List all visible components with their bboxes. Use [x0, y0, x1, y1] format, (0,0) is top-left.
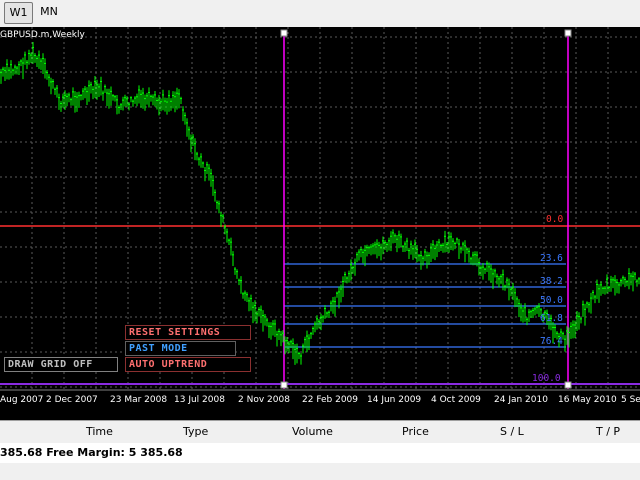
symbol-title: GBPUSD.m,Weekly — [0, 30, 85, 40]
x-tick: 24 Jan 2010 — [494, 395, 548, 405]
col-volume[interactable]: Volume — [292, 425, 333, 438]
selector-handle — [564, 381, 572, 389]
x-tick: 16 May 2010 — [558, 395, 617, 405]
auto-uptrend-button[interactable]: AUTO UPTREND — [125, 357, 251, 372]
x-tick: 14 Jun 2009 — [367, 395, 422, 405]
terminal-header: Time Type Volume Price S / L T / P — [0, 420, 640, 444]
col-price[interactable]: Price — [402, 425, 429, 438]
timeframe-mn-button[interactable]: MN — [36, 2, 62, 22]
fib-label-38: 38.2 — [540, 276, 563, 287]
fib-label-76: 76.4 — [540, 336, 563, 347]
fib-label-50: 50.0 — [540, 295, 563, 306]
selector-handle — [280, 29, 288, 37]
col-tp[interactable]: T / P — [596, 425, 620, 438]
fib-label-100: 100.0 — [532, 373, 561, 384]
x-tick: 2 Nov 2008 — [238, 395, 290, 405]
fib-label-23: 23.6 — [540, 253, 563, 264]
col-type[interactable]: Type — [183, 425, 208, 438]
fib-label-61: 61.8 — [540, 313, 563, 324]
fib-label-0: 0.0 — [546, 214, 564, 225]
past-mode-button[interactable]: PAST MODE — [125, 341, 236, 356]
col-time[interactable]: Time — [86, 425, 113, 438]
x-tick: 22 Feb 2009 — [302, 395, 359, 405]
x-tick: 5 Se — [621, 395, 640, 405]
draw-grid-off-button[interactable]: DRAW GRID OFF — [4, 357, 118, 372]
selector-handle — [280, 381, 288, 389]
x-tick: 23 Mar 2008 — [110, 395, 168, 405]
price-chart[interactable]: GBPUSD.m,Weekly 0.0 23.6 38.2 50.0 61.8 … — [0, 27, 640, 420]
free-margin-text: 385.68 Free Margin: 5 385.68 — [0, 446, 183, 459]
account-status-row[interactable]: 385.68 Free Margin: 5 385.68 — [0, 443, 640, 463]
col-sl[interactable]: S / L — [500, 425, 524, 438]
selector-handle — [564, 29, 572, 37]
x-tick: 2 Dec 2007 — [46, 395, 98, 405]
timeframe-toolbar: W1 MN — [0, 0, 640, 28]
x-tick: 4 Oct 2009 — [431, 395, 481, 405]
x-tick: 13 Jul 2008 — [174, 395, 225, 405]
terminal-bottom-bar — [0, 463, 640, 480]
x-tick: Aug 2007 — [0, 395, 44, 405]
reset-settings-button[interactable]: RESET SETTINGS — [125, 325, 251, 340]
timeframe-w1-button[interactable]: W1 — [4, 2, 33, 24]
